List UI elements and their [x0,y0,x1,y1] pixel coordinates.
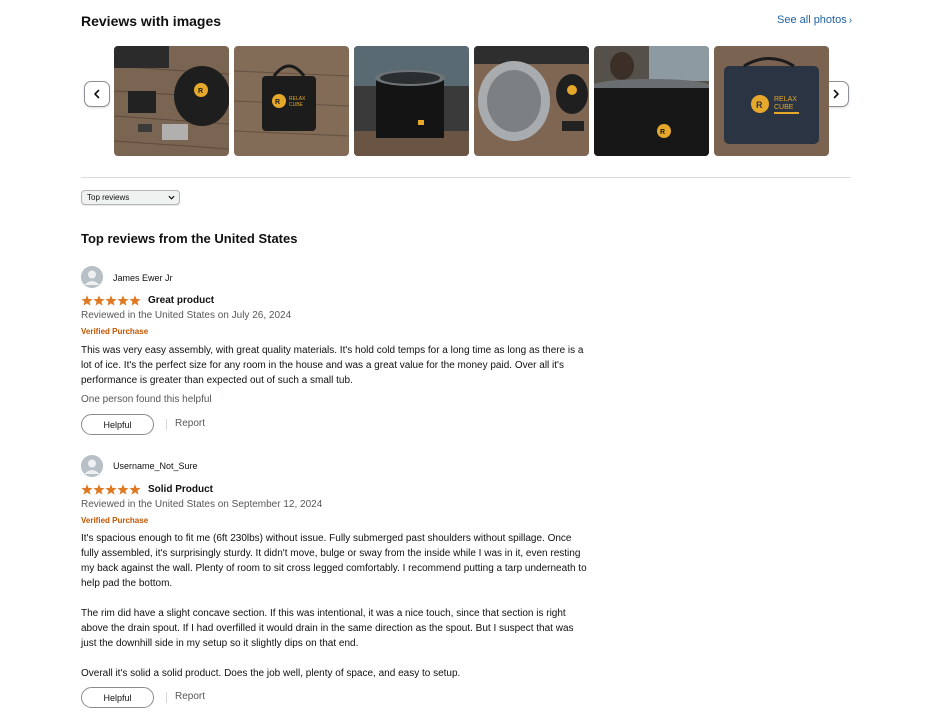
review-title[interactable]: Solid Product [148,484,213,495]
review-photo-person-in-tub: R [594,46,709,156]
star-rating[interactable] [81,484,141,495]
review-image-thumb-1[interactable]: R [114,46,229,156]
action-separator [166,419,167,430]
review-date: Reviewed in the United States on July 26… [81,310,292,321]
review-photo-tub-inside [474,46,589,156]
helpful-count: One person found this helpful [81,394,212,405]
review-body: This was very easy assembly, with great … [81,345,584,386]
review-image-thumb-6[interactable]: R RELAX CUBE [714,46,829,156]
user-avatar-icon [81,266,103,288]
star-icon [81,295,93,306]
brand-mark: R [660,129,665,136]
chevron-right-icon: › [848,15,853,26]
star-icon [129,484,141,495]
section-title: Reviews with images [81,13,222,29]
brand-text: CUBE [774,104,794,111]
star-icon [117,295,129,306]
see-all-label: See all photos [777,14,847,26]
review-image-thumb-2[interactable]: R RELAX CUBE [234,46,349,156]
star-icon [93,295,105,306]
section-divider [81,177,851,178]
star-icon [105,484,117,495]
star-icon [105,295,117,306]
review-title[interactable]: Great product [148,295,214,306]
reviewer-name[interactable]: James Ewer Jr [113,273,173,283]
star-icon [129,295,141,306]
reviewer-avatar [81,266,103,288]
star-icon [93,484,105,495]
helpful-button[interactable]: Helpful [81,414,154,435]
brand-text: CUBE [289,102,304,108]
brand-text: RELAX [774,96,797,103]
review-photo-carry-bag: R RELAX CUBE [234,46,349,156]
verified-purchase-badge: Verified Purchase [81,327,149,336]
sort-selected-label: Top reviews [87,193,130,202]
review-body-paragraph: It's spacious enough to fit me (6ft 230l… [81,533,587,589]
review-body-paragraph: The rim did have a slight concave sectio… [81,608,574,649]
chevron-right-icon [833,89,839,99]
review-photo-assembled-tub [354,46,469,156]
chevron-down-icon [168,195,175,200]
see-all-photos-link[interactable]: See all photos › [777,14,852,26]
report-link[interactable]: Report [175,418,205,429]
action-separator [166,692,167,703]
review-image-thumb-3[interactable] [354,46,469,156]
brand-mark: R [198,88,203,95]
review-image-thumb-5[interactable]: R [594,46,709,156]
chevron-left-icon [94,89,100,99]
review-image-thumb-4[interactable] [474,46,589,156]
brand-mark: R [275,99,280,106]
reviews-list-title: Top reviews from the United States [81,231,298,246]
review-photo-blue-bag: R RELAX CUBE [714,46,829,156]
review-body-paragraph: Overall it's solid a solid product. Does… [81,668,461,679]
carousel-prev-button[interactable] [84,81,110,107]
reviewer-name[interactable]: Username_Not_Sure [113,461,198,471]
star-icon [117,484,129,495]
helpful-button[interactable]: Helpful [81,687,154,708]
review-photo-floor-items: R [114,46,229,156]
reviewer-avatar [81,455,103,477]
star-icon [81,484,93,495]
user-avatar-icon [81,455,103,477]
verified-purchase-badge: Verified Purchase [81,516,149,525]
star-rating[interactable] [81,295,141,306]
report-link[interactable]: Report [175,691,205,702]
sort-dropdown[interactable]: Top reviews [81,190,180,205]
review-date: Reviewed in the United States on Septemb… [81,499,323,510]
brand-mark: R [756,100,763,110]
